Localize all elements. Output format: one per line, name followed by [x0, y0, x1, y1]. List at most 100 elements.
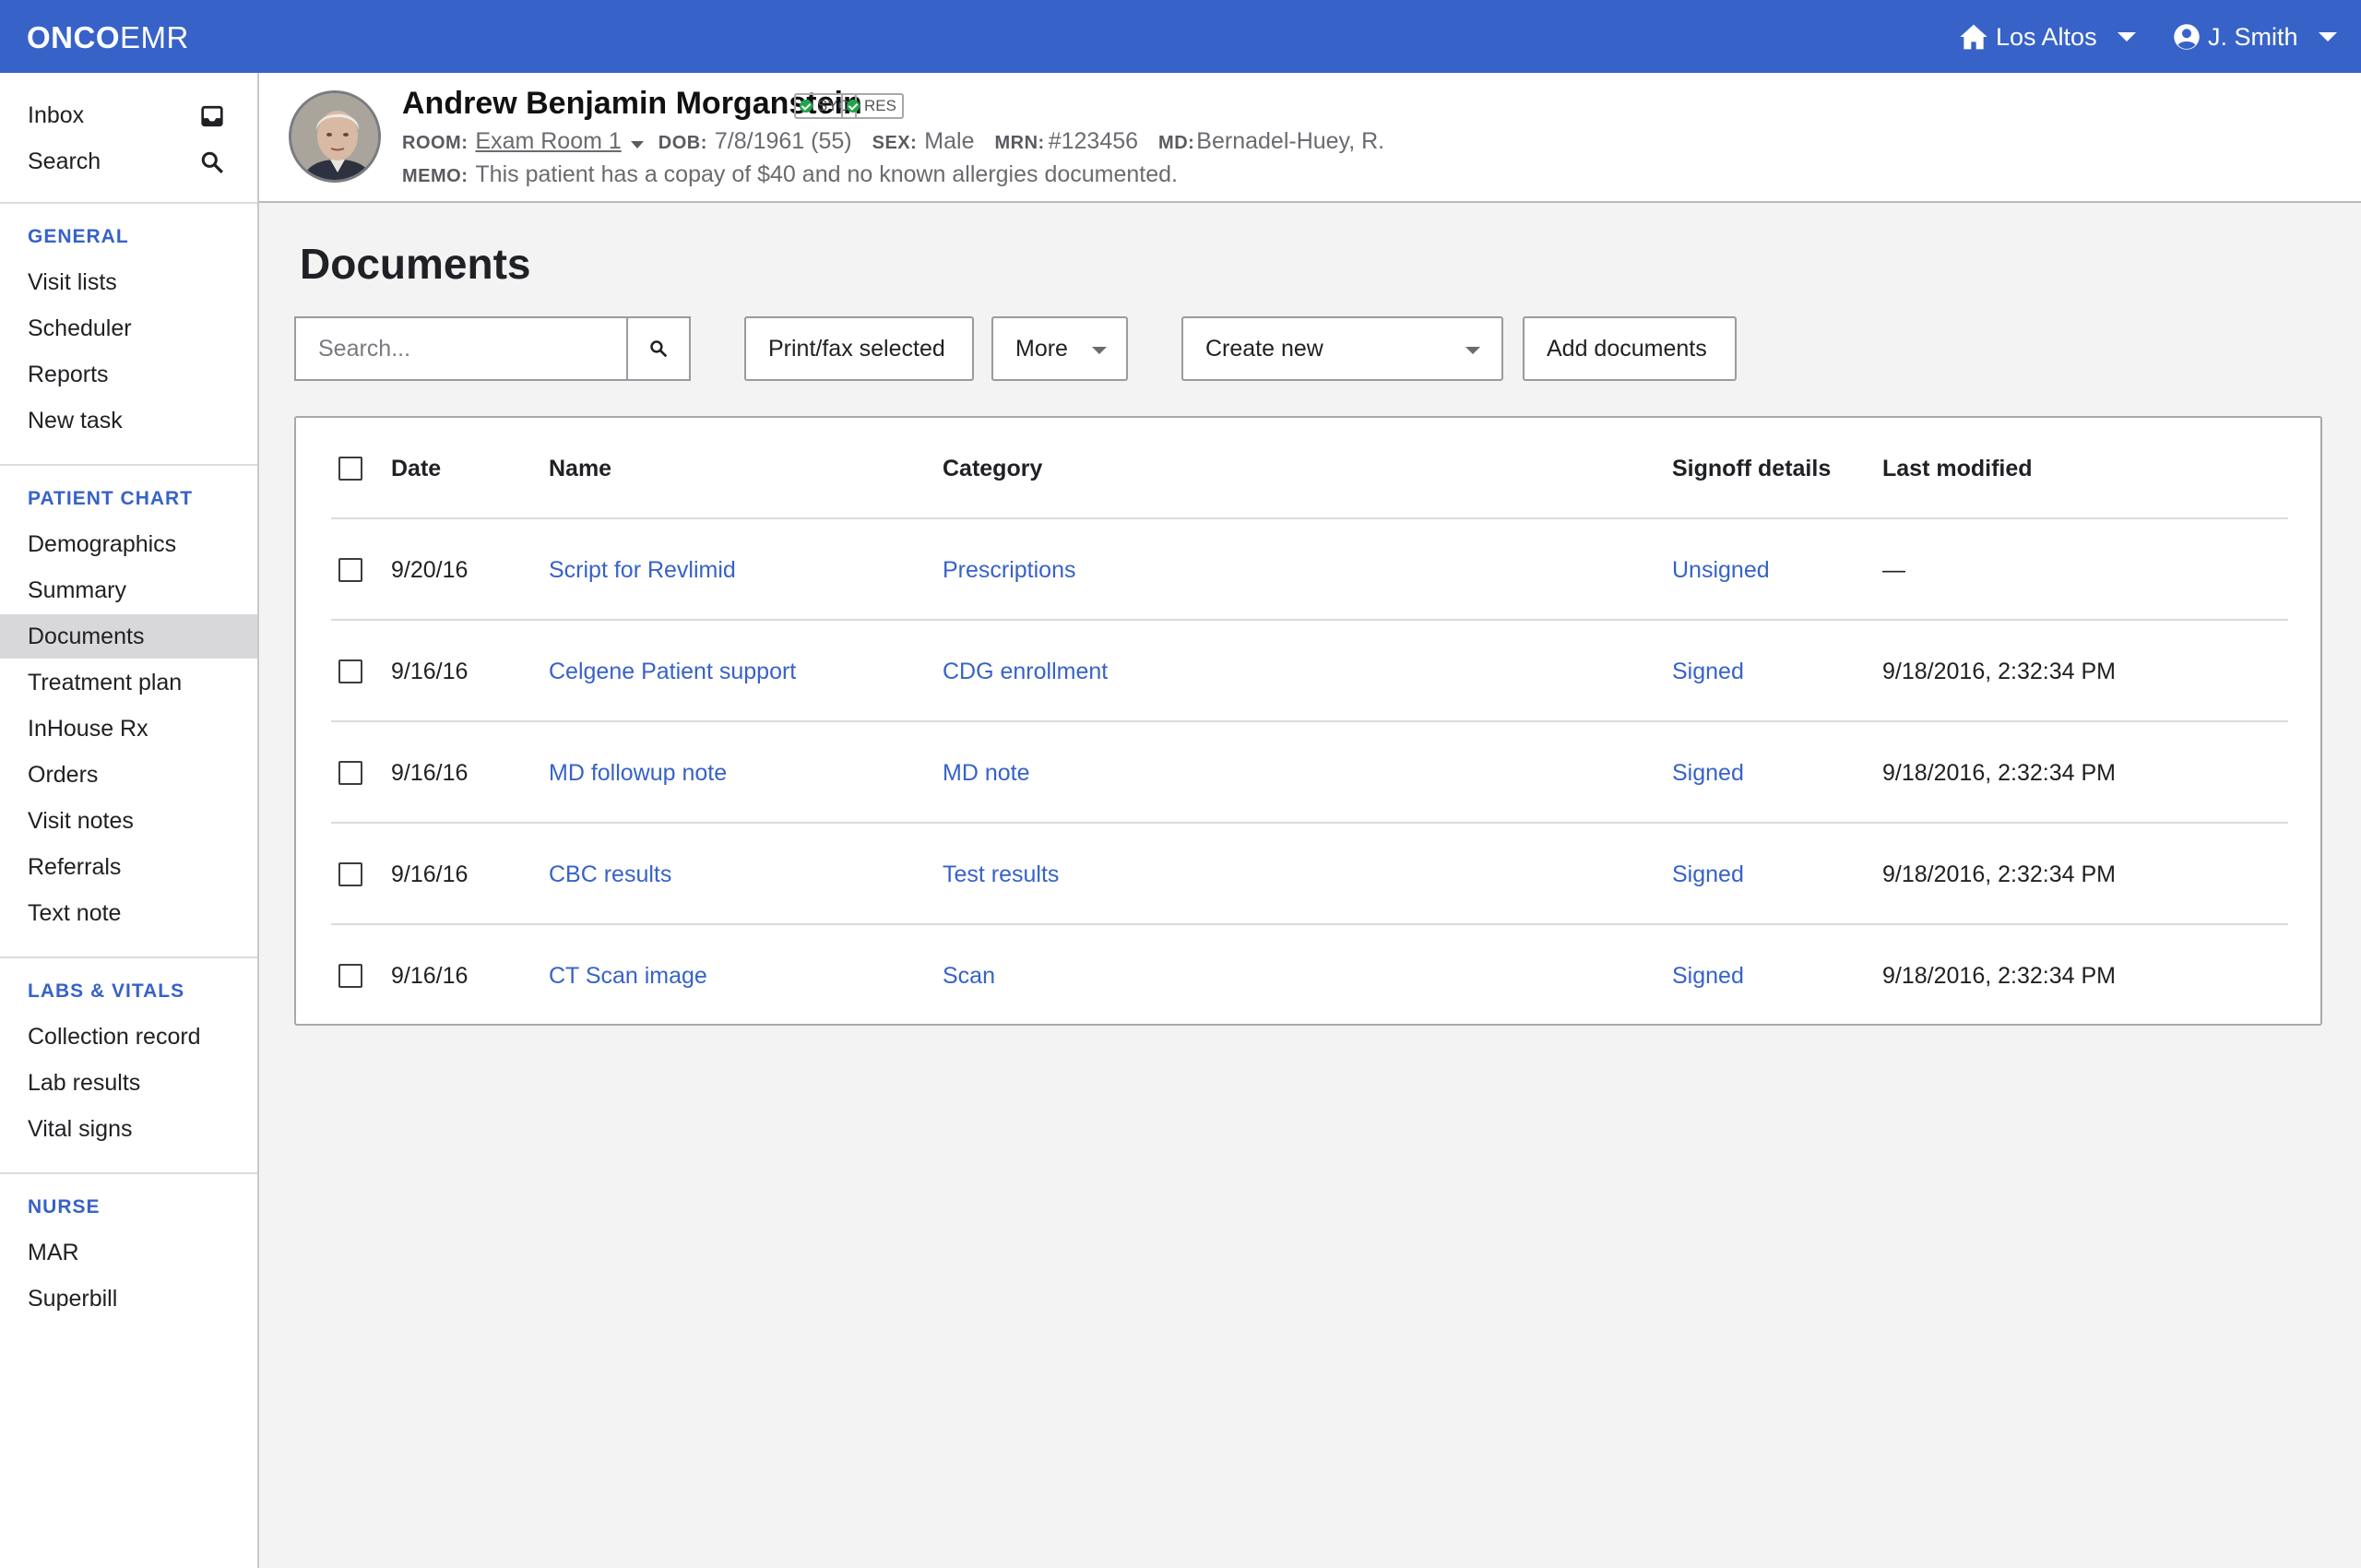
- sidebar-item-collection-record[interactable]: Collection record: [0, 1015, 257, 1059]
- column-header-last-modified[interactable]: Last modified: [1882, 418, 2033, 519]
- button-label: More: [1015, 335, 1068, 362]
- category-link[interactable]: CDG enrollment: [943, 621, 1108, 722]
- signoff-link[interactable]: Signed: [1672, 722, 1744, 824]
- button-label: Print/fax selected: [768, 335, 945, 362]
- signoff-link[interactable]: Signed: [1672, 824, 1744, 925]
- chevron-down-icon[interactable]: [630, 141, 644, 148]
- home-icon: [1960, 24, 1987, 50]
- print-fax-selected-button[interactable]: Print/fax selected: [744, 316, 974, 381]
- sidebar-item-new-task[interactable]: New task: [0, 398, 257, 443]
- sidebar-item-inhouse-rx[interactable]: InHouse Rx: [0, 707, 257, 751]
- document-name-link[interactable]: Script for Revlimid: [549, 519, 736, 621]
- account-icon: [2174, 24, 2200, 50]
- md-label: MD:: [1158, 133, 1195, 153]
- sidebar-item-summary[interactable]: Summary: [0, 568, 257, 612]
- sidebar-item-search[interactable]: Search: [0, 139, 257, 184]
- sidebar-item-visit-notes[interactable]: Visit notes: [0, 799, 257, 843]
- sidebar-item-reports[interactable]: Reports: [0, 352, 257, 397]
- memo-label: MEMO:: [402, 166, 469, 186]
- location-label: Los Altos: [1996, 22, 2097, 51]
- table-header-row: Date Name Category Signoff details Last …: [331, 418, 2288, 519]
- sex-value: Male: [924, 128, 975, 154]
- patient-memo-line: MEMO: This patient has a copay of $40 an…: [402, 161, 1178, 188]
- signoff-link[interactable]: Signed: [1672, 925, 1744, 1027]
- row-checkbox[interactable]: [338, 659, 362, 683]
- sidebar-item-visit-lists[interactable]: Visit lists: [0, 260, 257, 304]
- sidebar-item-scheduler[interactable]: Scheduler: [0, 306, 257, 350]
- signoff-link[interactable]: Unsigned: [1672, 519, 1770, 621]
- cell-last-modified: 9/18/2016, 2:32:34 PM: [1882, 759, 2116, 786]
- more-dropdown[interactable]: More: [991, 316, 1128, 381]
- sidebar-item-referrals[interactable]: Referrals: [0, 845, 257, 889]
- memo-text: This patient has a copay of $40 and no k…: [475, 161, 1178, 187]
- user-name: J. Smith: [2208, 22, 2298, 51]
- cell-last-modified: 9/18/2016, 2:32:34 PM: [1882, 962, 2116, 989]
- button-label: Add documents: [1547, 335, 1707, 362]
- button-label: Create new: [1205, 335, 1323, 362]
- sidebar-item-treatment-plan[interactable]: Treatment plan: [0, 660, 257, 705]
- sidebar-item-label: Inbox: [28, 101, 85, 128]
- row-checkbox[interactable]: [338, 964, 362, 988]
- table-row[interactable]: 9/16/16 CBC results Test results Signed …: [331, 824, 2288, 925]
- sidebar-item-lab-results[interactable]: Lab results: [0, 1061, 257, 1105]
- sidebar: Inbox Search GENERAL Visit lists Schedul…: [0, 73, 259, 1568]
- create-new-dropdown[interactable]: Create new: [1181, 316, 1503, 381]
- sidebar-item-vital-signs[interactable]: Vital signs: [0, 1107, 257, 1151]
- sidebar-divider: [0, 1172, 257, 1174]
- column-header-name[interactable]: Name: [549, 418, 611, 519]
- row-checkbox[interactable]: [338, 558, 362, 582]
- signoff-link[interactable]: Signed: [1672, 621, 1744, 722]
- cell-date: 9/20/16: [391, 556, 469, 583]
- cell-date: 9/16/16: [391, 962, 469, 989]
- add-documents-button[interactable]: Add documents: [1523, 316, 1737, 381]
- table-row[interactable]: 9/16/16 Celgene Patient support CDG enro…: [331, 621, 2288, 722]
- room-selector[interactable]: Exam Room 1: [475, 128, 621, 155]
- md-value: Bernadel-Huey, R.: [1196, 128, 1385, 154]
- sidebar-item-text-note[interactable]: Text note: [0, 891, 257, 935]
- row-checkbox[interactable]: [338, 862, 362, 886]
- sidebar-item-superbill[interactable]: Superbill: [0, 1277, 257, 1321]
- document-name-link[interactable]: CBC results: [549, 824, 671, 925]
- sidebar-item-mar[interactable]: MAR: [0, 1230, 257, 1275]
- search-input[interactable]: [294, 316, 627, 381]
- location-selector[interactable]: Los Altos: [1959, 18, 2136, 55]
- section-heading-patient-chart: PATIENT CHART: [28, 488, 194, 509]
- document-name-link[interactable]: CT Scan image: [549, 925, 707, 1027]
- mrn-value: #123456: [1048, 128, 1139, 154]
- check-circle-icon: [847, 100, 860, 113]
- document-name-link[interactable]: MD followup note: [549, 722, 727, 824]
- cell-date: 9/16/16: [391, 861, 469, 887]
- dob-value: 7/8/1961 (55): [714, 128, 852, 154]
- search-button[interactable]: [626, 316, 691, 381]
- document-name-link[interactable]: Celgene Patient support: [549, 621, 796, 722]
- inbox-icon: [201, 105, 223, 127]
- category-link[interactable]: Test results: [943, 824, 1059, 925]
- sidebar-item-inbox[interactable]: Inbox: [0, 93, 257, 137]
- sidebar-item-label: Search: [28, 148, 101, 174]
- column-header-date[interactable]: Date: [391, 418, 441, 519]
- select-all-checkbox[interactable]: [338, 457, 362, 481]
- row-checkbox[interactable]: [338, 761, 362, 785]
- table-row[interactable]: 9/16/16 MD followup note MD note Signed …: [331, 722, 2288, 824]
- table-row[interactable]: 9/20/16 Script for Revlimid Prescription…: [331, 519, 2288, 621]
- patient-name: Andrew Benjamin Morganstein: [402, 86, 862, 121]
- top-bar: ONCOEMR Los Altos J. Smith: [0, 0, 2361, 73]
- sex-label: SEX:: [872, 133, 918, 153]
- app-logo[interactable]: ONCOEMR: [27, 21, 189, 54]
- table-row[interactable]: 9/16/16 CT Scan image Scan Signed 9/18/2…: [331, 925, 2288, 1027]
- user-menu[interactable]: J. Smith: [2173, 18, 2337, 55]
- cell-last-modified: —: [1882, 556, 1905, 583]
- column-header-category[interactable]: Category: [943, 418, 1042, 519]
- category-link[interactable]: Scan: [943, 925, 995, 1027]
- sidebar-item-demographics[interactable]: Demographics: [0, 522, 257, 566]
- category-link[interactable]: MD note: [943, 722, 1029, 824]
- category-link[interactable]: Prescriptions: [943, 519, 1076, 621]
- status-badge-res: RES: [841, 93, 904, 119]
- sidebar-item-orders[interactable]: Orders: [0, 753, 257, 797]
- section-heading-general: GENERAL: [28, 226, 129, 247]
- badge-label: RES: [864, 97, 896, 114]
- patient-avatar: [289, 90, 381, 183]
- dob-label: DOB:: [658, 133, 707, 153]
- column-header-signoff[interactable]: Signoff details: [1672, 418, 1831, 519]
- sidebar-item-documents[interactable]: Documents: [0, 614, 257, 659]
